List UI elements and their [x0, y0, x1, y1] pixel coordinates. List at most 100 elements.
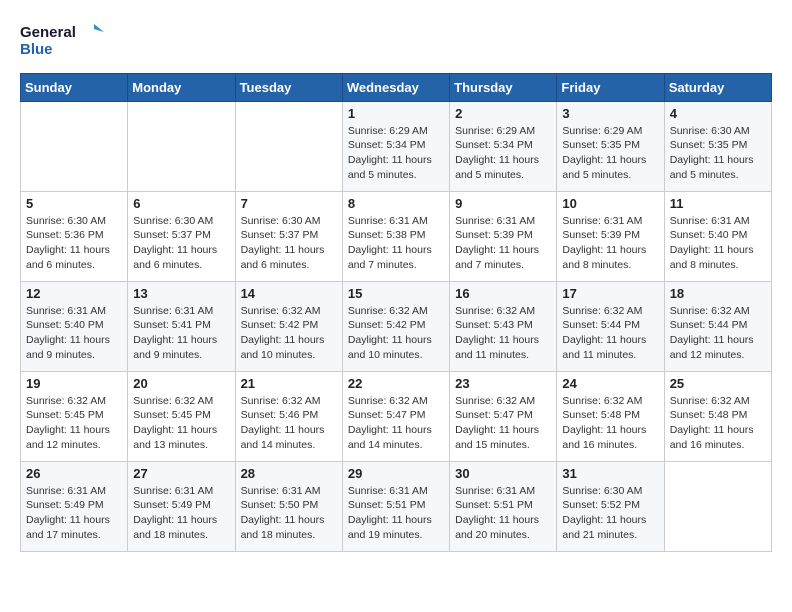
day-number: 5: [26, 196, 122, 211]
calendar-cell: 9 Sunrise: 6:31 AMSunset: 5:39 PMDaylight…: [450, 191, 557, 281]
day-number: 12: [26, 286, 122, 301]
page-header: General Blue: [20, 20, 772, 63]
calendar-week-4: 19 Sunrise: 6:32 AMSunset: 5:45 PMDayligh…: [21, 371, 772, 461]
day-info: Sunrise: 6:32 AMSunset: 5:48 PMDaylight:…: [670, 394, 766, 453]
day-number: 2: [455, 106, 551, 121]
calendar-cell: 11 Sunrise: 6:31 AMSunset: 5:40 PMDayligh…: [664, 191, 771, 281]
calendar-cell: 12Sunrise: 6:31 AMSunset: 5:40 PMDayligh…: [21, 281, 128, 371]
day-number: 8: [348, 196, 444, 211]
day-number: 20: [133, 376, 229, 391]
day-number: 6: [133, 196, 229, 211]
day-info: Sunrise: 6:30 AMSunset: 5:36 PMDaylight:…: [26, 214, 122, 273]
calendar-cell: 13 Sunrise: 6:31 AMSunset: 5:41 PMDayligh…: [128, 281, 235, 371]
day-number: 15: [348, 286, 444, 301]
calendar-cell: [21, 101, 128, 191]
day-info: Sunrise: 6:31 AMSunset: 5:51 PMDaylight:…: [348, 484, 444, 543]
calendar-cell: 24 Sunrise: 6:32 AMSunset: 5:48 PMDayligh…: [557, 371, 664, 461]
day-number: 10: [562, 196, 658, 211]
day-number: 25: [670, 376, 766, 391]
calendar-cell: 25 Sunrise: 6:32 AMSunset: 5:48 PMDayligh…: [664, 371, 771, 461]
calendar-cell: 15 Sunrise: 6:32 AMSunset: 5:42 PMDayligh…: [342, 281, 449, 371]
calendar-week-2: 5 Sunrise: 6:30 AMSunset: 5:36 PMDaylight…: [21, 191, 772, 281]
calendar-cell: 5 Sunrise: 6:30 AMSunset: 5:36 PMDaylight…: [21, 191, 128, 281]
day-info: Sunrise: 6:32 AMSunset: 5:47 PMDaylight:…: [455, 394, 551, 453]
day-info: Sunrise: 6:31 AMSunset: 5:49 PMDaylight:…: [26, 484, 122, 543]
day-number: 29: [348, 466, 444, 481]
calendar-cell: 22 Sunrise: 6:32 AMSunset: 5:47 PMDayligh…: [342, 371, 449, 461]
day-number: 30: [455, 466, 551, 481]
day-info: Sunrise: 6:31 AMSunset: 5:51 PMDaylight:…: [455, 484, 551, 543]
day-number: 3: [562, 106, 658, 121]
day-number: 14: [241, 286, 337, 301]
calendar-week-5: 26Sunrise: 6:31 AMSunset: 5:49 PMDayligh…: [21, 461, 772, 551]
day-info: Sunrise: 6:32 AMSunset: 5:44 PMDaylight:…: [562, 304, 658, 363]
calendar-cell: 18 Sunrise: 6:32 AMSunset: 5:44 PMDayligh…: [664, 281, 771, 371]
calendar-header: SundayMondayTuesdayWednesdayThursdayFrid…: [21, 73, 772, 101]
day-info: Sunrise: 6:32 AMSunset: 5:48 PMDaylight:…: [562, 394, 658, 453]
day-info: Sunrise: 6:30 AMSunset: 5:52 PMDaylight:…: [562, 484, 658, 543]
calendar-cell: 3 Sunrise: 6:29 AMSunset: 5:35 PMDaylight…: [557, 101, 664, 191]
day-number: 17: [562, 286, 658, 301]
day-info: Sunrise: 6:31 AMSunset: 5:50 PMDaylight:…: [241, 484, 337, 543]
calendar-cell: 6 Sunrise: 6:30 AMSunset: 5:37 PMDaylight…: [128, 191, 235, 281]
calendar-cell: 16Sunrise: 6:32 AMSunset: 5:43 PMDayligh…: [450, 281, 557, 371]
day-number: 27: [133, 466, 229, 481]
logo: General Blue: [20, 20, 110, 63]
weekday-header-row: SundayMondayTuesdayWednesdayThursdayFrid…: [21, 73, 772, 101]
weekday-header-tuesday: Tuesday: [235, 73, 342, 101]
calendar-cell: 30 Sunrise: 6:31 AMSunset: 5:51 PMDayligh…: [450, 461, 557, 551]
calendar-cell: 4 Sunrise: 6:30 AMSunset: 5:35 PMDaylight…: [664, 101, 771, 191]
day-info: Sunrise: 6:32 AMSunset: 5:47 PMDaylight:…: [348, 394, 444, 453]
calendar-cell: 28 Sunrise: 6:31 AMSunset: 5:50 PMDayligh…: [235, 461, 342, 551]
day-info: Sunrise: 6:31 AMSunset: 5:41 PMDaylight:…: [133, 304, 229, 363]
day-info: Sunrise: 6:32 AMSunset: 5:42 PMDaylight:…: [241, 304, 337, 363]
calendar-cell: 14 Sunrise: 6:32 AMSunset: 5:42 PMDayligh…: [235, 281, 342, 371]
weekday-header-thursday: Thursday: [450, 73, 557, 101]
calendar-cell: 23 Sunrise: 6:32 AMSunset: 5:47 PMDayligh…: [450, 371, 557, 461]
day-number: 19: [26, 376, 122, 391]
day-number: 13: [133, 286, 229, 301]
calendar-cell: [664, 461, 771, 551]
day-number: 28: [241, 466, 337, 481]
day-number: 18: [670, 286, 766, 301]
calendar-cell: 29 Sunrise: 6:31 AMSunset: 5:51 PMDayligh…: [342, 461, 449, 551]
day-info: Sunrise: 6:32 AMSunset: 5:45 PMDaylight:…: [133, 394, 229, 453]
calendar-cell: 2Sunrise: 6:29 AMSunset: 5:34 PMDaylight…: [450, 101, 557, 191]
day-number: 23: [455, 376, 551, 391]
day-info: Sunrise: 6:32 AMSunset: 5:45 PMDaylight:…: [26, 394, 122, 453]
calendar-cell: [128, 101, 235, 191]
calendar-cell: 20 Sunrise: 6:32 AMSunset: 5:45 PMDayligh…: [128, 371, 235, 461]
calendar-cell: 27 Sunrise: 6:31 AMSunset: 5:49 PMDayligh…: [128, 461, 235, 551]
weekday-header-sunday: Sunday: [21, 73, 128, 101]
day-info: Sunrise: 6:30 AMSunset: 5:37 PMDaylight:…: [133, 214, 229, 273]
day-info: Sunrise: 6:30 AMSunset: 5:35 PMDaylight:…: [670, 124, 766, 183]
weekday-header-monday: Monday: [128, 73, 235, 101]
day-info: Sunrise: 6:30 AMSunset: 5:37 PMDaylight:…: [241, 214, 337, 273]
day-number: 22: [348, 376, 444, 391]
day-info: Sunrise: 6:29 AMSunset: 5:35 PMDaylight:…: [562, 124, 658, 183]
day-number: 9: [455, 196, 551, 211]
weekday-header-wednesday: Wednesday: [342, 73, 449, 101]
day-info: Sunrise: 6:29 AMSunset: 5:34 PMDaylight:…: [348, 124, 444, 183]
day-info: Sunrise: 6:32 AMSunset: 5:44 PMDaylight:…: [670, 304, 766, 363]
day-info: Sunrise: 6:32 AMSunset: 5:42 PMDaylight:…: [348, 304, 444, 363]
svg-text:Blue: Blue: [20, 41, 53, 58]
day-number: 16: [455, 286, 551, 301]
calendar-cell: 21Sunrise: 6:32 AMSunset: 5:46 PMDayligh…: [235, 371, 342, 461]
day-number: 7: [241, 196, 337, 211]
day-number: 4: [670, 106, 766, 121]
day-info: Sunrise: 6:31 AMSunset: 5:49 PMDaylight:…: [133, 484, 229, 543]
weekday-header-saturday: Saturday: [664, 73, 771, 101]
day-info: Sunrise: 6:31 AMSunset: 5:39 PMDaylight:…: [455, 214, 551, 273]
calendar-cell: 7 Sunrise: 6:30 AMSunset: 5:37 PMDaylight…: [235, 191, 342, 281]
day-info: Sunrise: 6:31 AMSunset: 5:40 PMDaylight:…: [670, 214, 766, 273]
svg-text:General: General: [20, 24, 76, 41]
day-number: 1: [348, 106, 444, 121]
day-number: 24: [562, 376, 658, 391]
calendar-cell: 31Sunrise: 6:30 AMSunset: 5:52 PMDayligh…: [557, 461, 664, 551]
day-number: 11: [670, 196, 766, 211]
day-info: Sunrise: 6:31 AMSunset: 5:39 PMDaylight:…: [562, 214, 658, 273]
calendar-cell: 19 Sunrise: 6:32 AMSunset: 5:45 PMDayligh…: [21, 371, 128, 461]
day-info: Sunrise: 6:31 AMSunset: 5:38 PMDaylight:…: [348, 214, 444, 273]
day-info: Sunrise: 6:32 AMSunset: 5:46 PMDaylight:…: [241, 394, 337, 453]
